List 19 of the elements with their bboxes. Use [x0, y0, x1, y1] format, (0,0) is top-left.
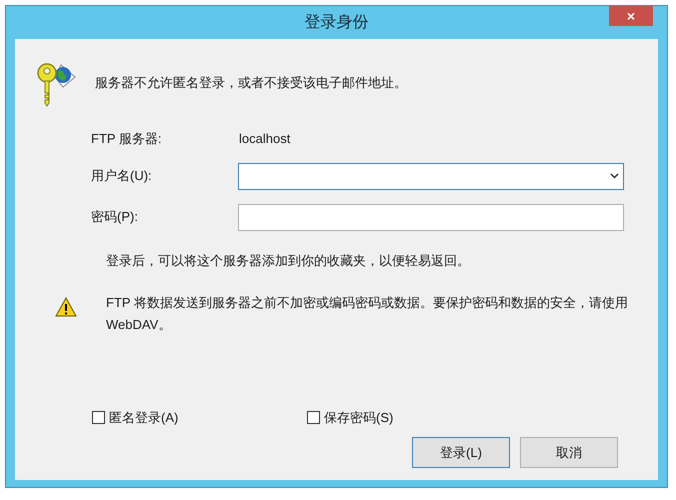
- username-combobox[interactable]: [238, 162, 624, 190]
- server-label: FTP 服务器:: [91, 130, 163, 148]
- favorites-note: 登录后，可以将这个服务器添加到你的收藏夹，以便轻易返回。: [106, 252, 471, 270]
- server-value: localhost: [239, 130, 290, 148]
- checkbox-label: 保存密码(S): [324, 408, 394, 427]
- password-field[interactable]: [238, 204, 624, 230]
- password-label: 密码(P):: [91, 208, 139, 226]
- checkbox[interactable]: [307, 410, 320, 424]
- warning-icon: [55, 297, 77, 317]
- username-label: 用户名(U):: [91, 167, 153, 186]
- security-warning: FTP 将数据发送到服务器之前不加密或编码密码或数据。要保护密码和数据的安全，请使用 WebDAV。: [106, 294, 628, 334]
- close-button[interactable]: ×: [609, 6, 653, 26]
- checkbox[interactable]: [92, 410, 105, 424]
- cancel-button[interactable]: 取消: [520, 437, 618, 468]
- login-button[interactable]: 登录(L): [412, 437, 510, 468]
- dropdown-caret-icon: [610, 173, 619, 179]
- checkbox-label: 匿名登录(A): [109, 408, 178, 427]
- window-title: 登录身份: [304, 12, 368, 32]
- error-message: 服务器不允许匿名登录，或者不接受该电子邮件地址。: [95, 74, 407, 92]
